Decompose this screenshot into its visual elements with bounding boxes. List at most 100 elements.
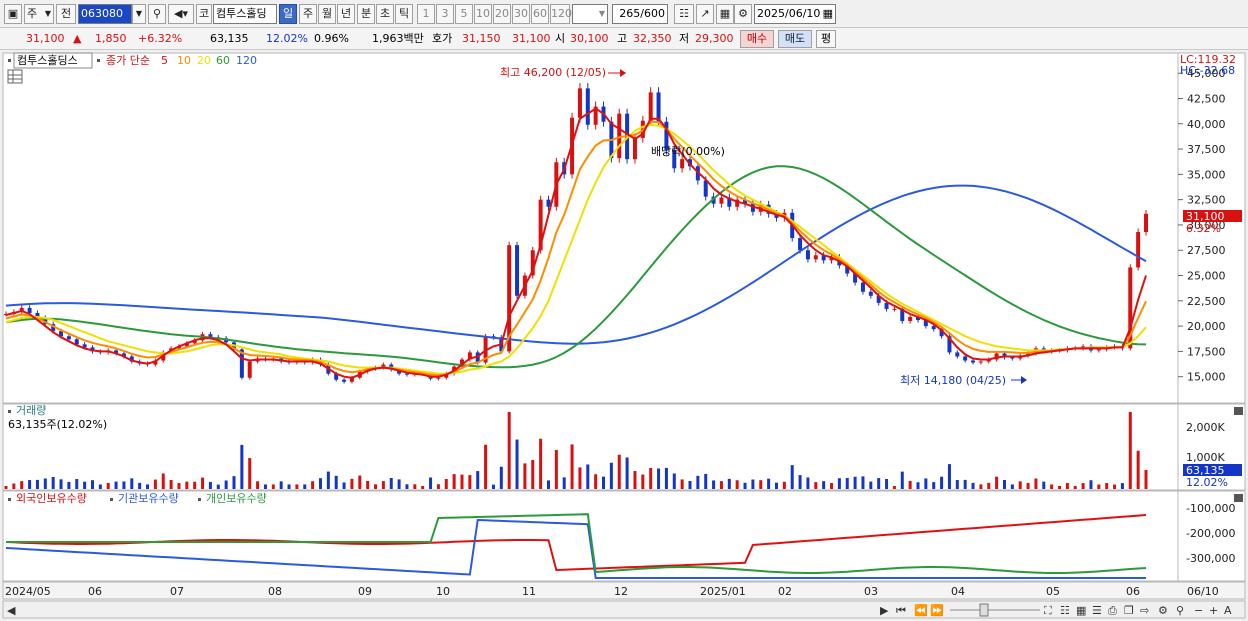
eval-button[interactable]: 평 <box>816 30 836 48</box>
interval-5[interactable]: 5 <box>455 4 473 24</box>
gear-icon[interactable]: ⚙ <box>734 4 752 24</box>
volume-bar <box>444 479 448 489</box>
candle-body <box>978 361 983 363</box>
x-axis-label: 02 <box>778 585 792 598</box>
candle-body <box>884 302 889 309</box>
candle-body <box>703 180 708 197</box>
period-month-tab[interactable]: 월 <box>318 4 336 24</box>
volume-bar <box>138 482 142 489</box>
candle-body <box>585 88 590 125</box>
chart-type-icon[interactable]: ☷ <box>1060 604 1070 617</box>
candle-body <box>955 352 960 357</box>
period-tick-tab[interactable]: 틱 <box>395 4 413 24</box>
volume-panel-bg <box>2 403 1179 491</box>
volume-bar <box>177 483 181 489</box>
draw-tool-icon[interactable]: ↗ <box>696 4 714 24</box>
export-icon[interactable]: ⇨ <box>1140 604 1149 617</box>
print-icon[interactable]: ⎙ <box>1108 604 1117 617</box>
candle-body <box>805 250 810 260</box>
save-icon[interactable]: ▦ <box>716 4 734 24</box>
crosshair-icon[interactable]: ⛶ <box>1044 604 1052 617</box>
period-minute-tab[interactable]: 분 <box>357 4 375 24</box>
interval-custom-input[interactable]: ▼ <box>572 4 608 24</box>
scroll-right-icon[interactable]: ▶ <box>880 604 889 617</box>
chart-svg: 45,00042,50040,00037,50035,00032,50030,0… <box>2 52 1246 619</box>
interval-10[interactable]: 10 <box>474 4 492 24</box>
period-second-tab[interactable]: 초 <box>376 4 394 24</box>
layout-icon[interactable]: ▣ <box>4 4 22 24</box>
candle-body <box>931 326 936 330</box>
zoom-in-icon[interactable]: + <box>1209 604 1218 617</box>
close-icon[interactable] <box>1234 494 1243 502</box>
interval-120[interactable]: 120 <box>550 4 572 24</box>
candle-body <box>1010 357 1015 359</box>
date-input[interactable]: 2025/06/10 ▦ <box>754 4 836 24</box>
volume-bar <box>1128 412 1132 489</box>
zoom-out-icon[interactable]: − <box>1194 604 1203 617</box>
copy-icon[interactable]: ❐ <box>1124 604 1134 617</box>
count-total: /600 <box>640 7 665 20</box>
scrollbar[interactable] <box>2 600 1246 619</box>
volume-bar <box>468 475 472 489</box>
settings-icon[interactable]: ⚙ <box>1158 604 1168 617</box>
count-input[interactable]: 265/600 <box>612 4 668 24</box>
volume-bar <box>169 480 173 489</box>
volume-bar <box>507 412 511 489</box>
table-icon[interactable] <box>7 69 23 84</box>
sell-button[interactable]: 매도 <box>778 30 812 48</box>
volume-bar <box>1120 483 1124 489</box>
ma-5-label: 5 <box>161 54 168 67</box>
sound-icon[interactable]: ◀▾ <box>168 4 194 24</box>
code-dropdown-icon[interactable]: ▼ <box>132 4 146 24</box>
candle-body <box>719 197 724 204</box>
stock-type-select[interactable]: 주 ▼ <box>24 4 54 24</box>
zoom-icon[interactable]: ⚲ <box>1176 604 1184 617</box>
close-icon[interactable] <box>1234 407 1243 415</box>
volume-bar <box>735 480 739 489</box>
low-label: 저 <box>679 32 690 45</box>
volume-bar <box>908 480 912 489</box>
ma-20-label: 20 <box>197 54 211 67</box>
interval-1[interactable]: 1 <box>417 4 435 24</box>
scroll-left-icon[interactable]: ◀ <box>7 604 16 617</box>
zoom-slider-handle[interactable] <box>979 603 989 617</box>
open-price: 30,100 <box>570 32 609 45</box>
candle-body <box>247 361 252 378</box>
volume-bar <box>1010 484 1014 489</box>
list-icon[interactable]: ☰ <box>1092 604 1102 617</box>
grid-icon[interactable]: ▦ <box>1076 604 1086 617</box>
candle-body <box>868 291 873 296</box>
legend-dot-icon <box>8 59 11 62</box>
volume-bar <box>4 486 8 489</box>
period-year-tab[interactable]: 년 <box>337 4 355 24</box>
price-tick-label: 37,500 <box>1187 143 1226 156</box>
volume-bar <box>578 467 582 489</box>
period-day-tab[interactable]: 일 <box>279 4 297 24</box>
volume-bar <box>751 479 755 489</box>
volume-bar <box>822 481 826 489</box>
volume-bar <box>719 481 723 489</box>
volume-bar <box>963 479 967 489</box>
price-tick-label: 27,500 <box>1187 244 1226 257</box>
volume-bar <box>106 483 110 489</box>
period-week-tab[interactable]: 주 <box>299 4 317 24</box>
interval-60[interactable]: 60 <box>531 4 549 24</box>
interval-3[interactable]: 3 <box>436 4 454 24</box>
stock-name-field[interactable]: 컴투스홀딩 <box>213 4 277 24</box>
prev-button[interactable]: 전 <box>56 4 76 24</box>
volume-bar <box>633 471 637 489</box>
interval-20[interactable]: 20 <box>493 4 511 24</box>
code-input[interactable]: 063080 <box>78 4 132 24</box>
volume-bar <box>877 478 881 489</box>
candle-type-icon[interactable]: ☷ <box>674 4 694 24</box>
search-icon[interactable]: ⚲ <box>148 4 166 24</box>
first-page-icon[interactable]: ⏮ <box>896 604 906 617</box>
prev-page-icon[interactable]: ⏪ <box>914 604 928 617</box>
interval-30[interactable]: 30 <box>512 4 530 24</box>
volume-bar <box>334 475 338 489</box>
buy-button[interactable]: 매수 <box>740 30 774 48</box>
volume-bar <box>484 444 488 489</box>
font-size-icon[interactable]: A <box>1224 604 1232 617</box>
calendar-icon[interactable]: ▦ <box>823 5 833 23</box>
next-page-icon[interactable]: ⏩ <box>930 604 944 617</box>
